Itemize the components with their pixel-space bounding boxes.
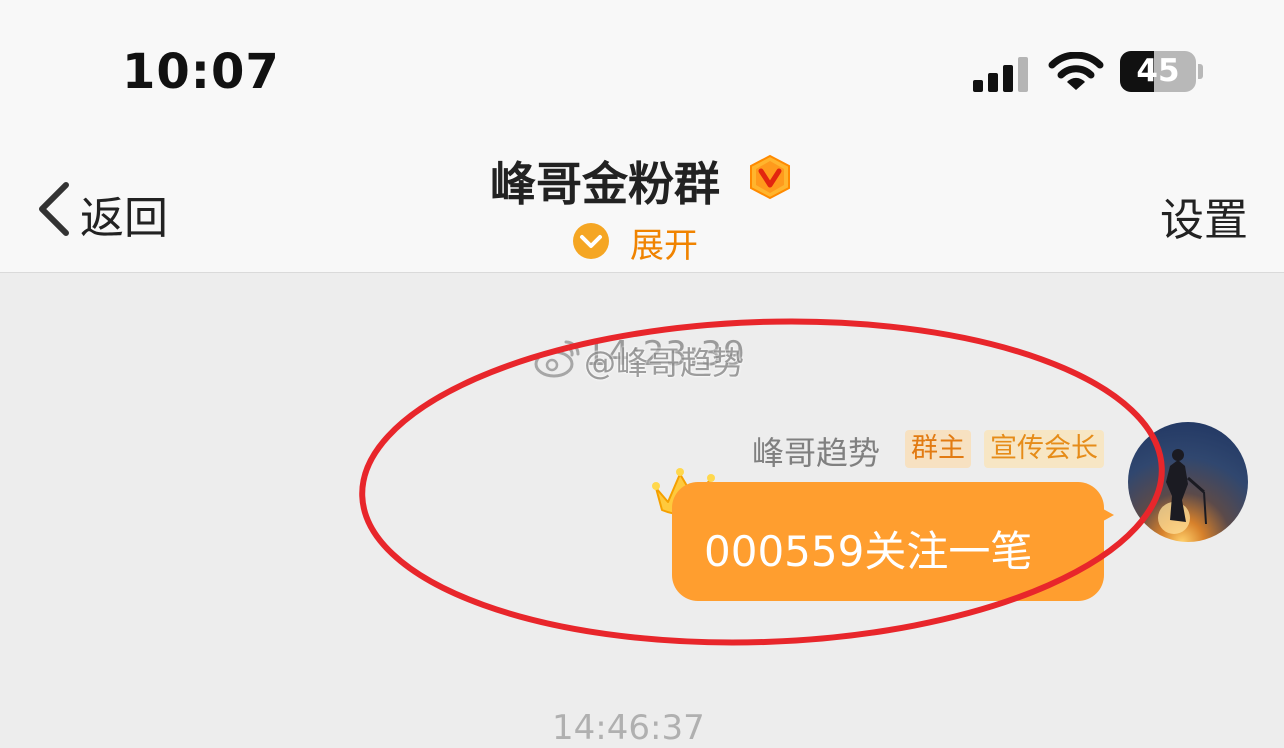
avatar[interactable] — [1128, 422, 1248, 542]
page-title: 峰哥金粉群 — [490, 157, 720, 211]
back-label: 返回 — [80, 193, 168, 244]
battery-icon: 45 — [1120, 51, 1196, 92]
battery-level: 45 — [1136, 53, 1180, 89]
vip-badge-icon — [750, 154, 790, 200]
avatar-silhouette-icon — [1158, 449, 1207, 534]
expand-button[interactable]: 展开 — [630, 218, 698, 267]
status-bar: 10:07 45 — [0, 0, 1284, 130]
sender-name[interactable]: 峰哥趋势 — [752, 428, 880, 474]
message-bubble[interactable]: 000559关注一笔 — [672, 482, 1104, 601]
expand-chevron-icon[interactable] — [572, 222, 610, 260]
status-time: 10:07 — [122, 44, 280, 100]
role-badge-owner: 群主 — [905, 430, 971, 468]
nav-bar: 返回 峰哥金粉群 展开 设置 — [0, 130, 1284, 273]
chevron-left-icon — [39, 182, 69, 236]
bubble-tail — [1096, 505, 1114, 525]
next-message-timestamp: 14:46:37 — [552, 708, 705, 748]
cellular-signal-icon — [973, 57, 1028, 92]
message-text: 000559关注一笔 — [704, 527, 1033, 576]
settings-button[interactable]: 设置 — [1160, 184, 1248, 248]
role-badge-promo: 宣传会长 — [984, 430, 1104, 468]
watermark-text: @峰哥趋势 — [584, 344, 745, 382]
wifi-icon — [1048, 52, 1104, 90]
weibo-logo-icon — [534, 340, 580, 378]
battery-tip — [1198, 64, 1203, 79]
